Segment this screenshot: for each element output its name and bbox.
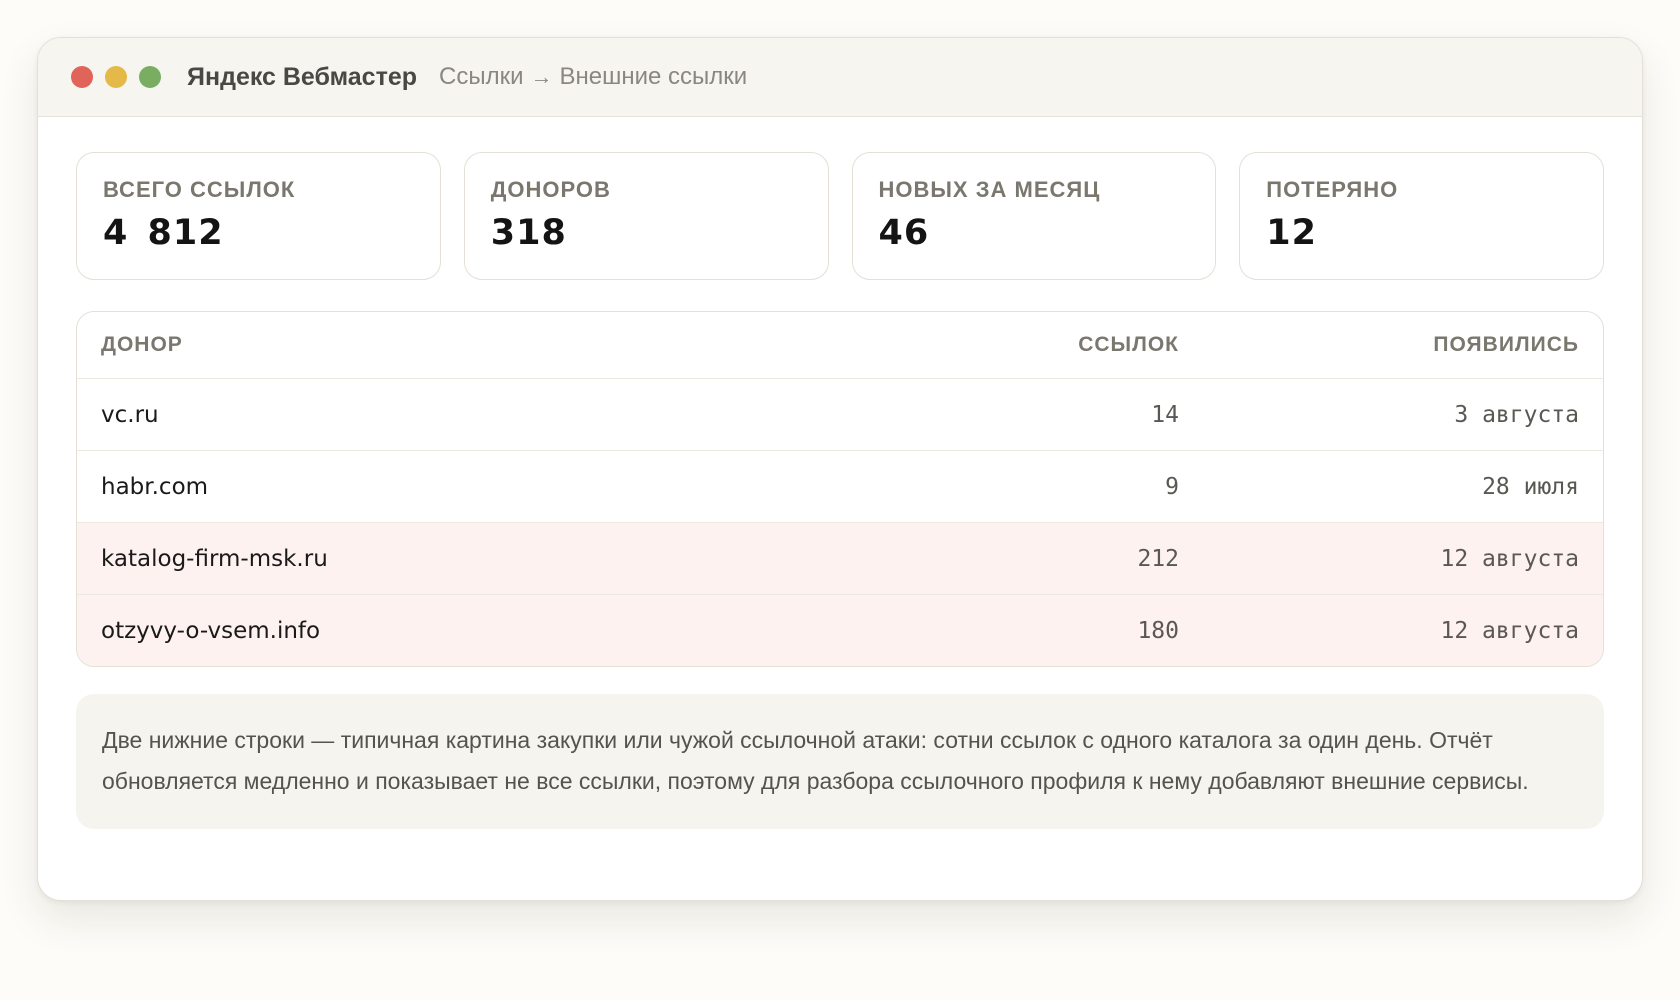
stat-label: Потеряно — [1266, 177, 1399, 202]
donors-table: Донор Ссылок Появились vc.ru 14 3 август… — [76, 311, 1604, 667]
main-content: Всего ссылок 4 812 Доноров 318 Новых за … — [38, 117, 1642, 829]
table-row[interactable]: habr.com 9 28 июля — [77, 450, 1603, 522]
donor-domain[interactable]: vc.ru — [101, 402, 919, 428]
app-window: Яндекс Вебмастер Ссылки → Внешние ссылки… — [37, 37, 1643, 901]
breadcrumb: Ссылки → Внешние ссылки — [439, 63, 747, 91]
appeared-date: 3 августа — [1454, 401, 1579, 428]
stat-label: Доноров — [490, 177, 611, 202]
minimize-window-button[interactable] — [105, 66, 127, 88]
stat-label: Всего ссылок — [103, 177, 296, 202]
donor-domain[interactable]: katalog-firm-msk.ru — [101, 546, 919, 572]
stat-value: 4 812 — [103, 213, 224, 253]
donor-domain[interactable]: habr.com — [101, 474, 919, 500]
appeared-date: 28 июля — [1482, 473, 1579, 500]
links-count: 9 — [1165, 473, 1179, 500]
title-bar: Яндекс Вебмастер Ссылки → Внешние ссылки — [38, 38, 1642, 117]
table-row-highlighted[interactable]: katalog-firm-msk.ru 212 12 августа — [77, 522, 1603, 594]
column-header-appeared[interactable]: Появились — [1179, 333, 1579, 357]
maximize-window-button[interactable] — [139, 66, 161, 88]
stat-value: 12 — [1266, 213, 1317, 253]
stat-value: 46 — [878, 213, 930, 253]
appeared-date: 12 августа — [1440, 545, 1579, 572]
stat-card-donors: Доноров 318 — [463, 152, 829, 280]
stats-row: Всего ссылок 4 812 Доноров 318 Новых за … — [76, 152, 1604, 280]
appeared-date: 12 августа — [1440, 617, 1579, 644]
stat-value: 318 — [490, 213, 567, 253]
breadcrumb-current: Внешние ссылки — [559, 63, 748, 90]
donor-domain[interactable]: otzyvy-o-vsem.info — [101, 618, 919, 644]
explanation-note: Две нижние строки — типичная картина зак… — [76, 694, 1604, 829]
stat-label: Новых за месяц — [878, 177, 1101, 202]
stat-card-total-links: Всего ссылок 4 812 — [76, 152, 441, 280]
breadcrumb-parent[interactable]: Ссылки — [439, 63, 524, 91]
links-count: 14 — [1151, 401, 1179, 428]
arrow-right-icon: → — [530, 64, 553, 89]
app-title: Яндекс Вебмастер — [187, 62, 418, 91]
column-header-links[interactable]: Ссылок — [919, 333, 1179, 357]
table-row-highlighted[interactable]: otzyvy-o-vsem.info 180 12 августа — [77, 594, 1603, 666]
table-header-row: Донор Ссылок Появились — [77, 312, 1603, 378]
stat-card-new-this-month: Новых за месяц 46 — [851, 152, 1217, 280]
column-header-donor[interactable]: Донор — [101, 333, 919, 357]
table-row[interactable]: vc.ru 14 3 августа — [77, 378, 1603, 450]
links-count: 180 — [1137, 617, 1179, 644]
links-count: 212 — [1137, 545, 1179, 572]
stat-card-lost: Потеряно 12 — [1239, 152, 1604, 280]
close-window-button[interactable] — [71, 66, 93, 88]
